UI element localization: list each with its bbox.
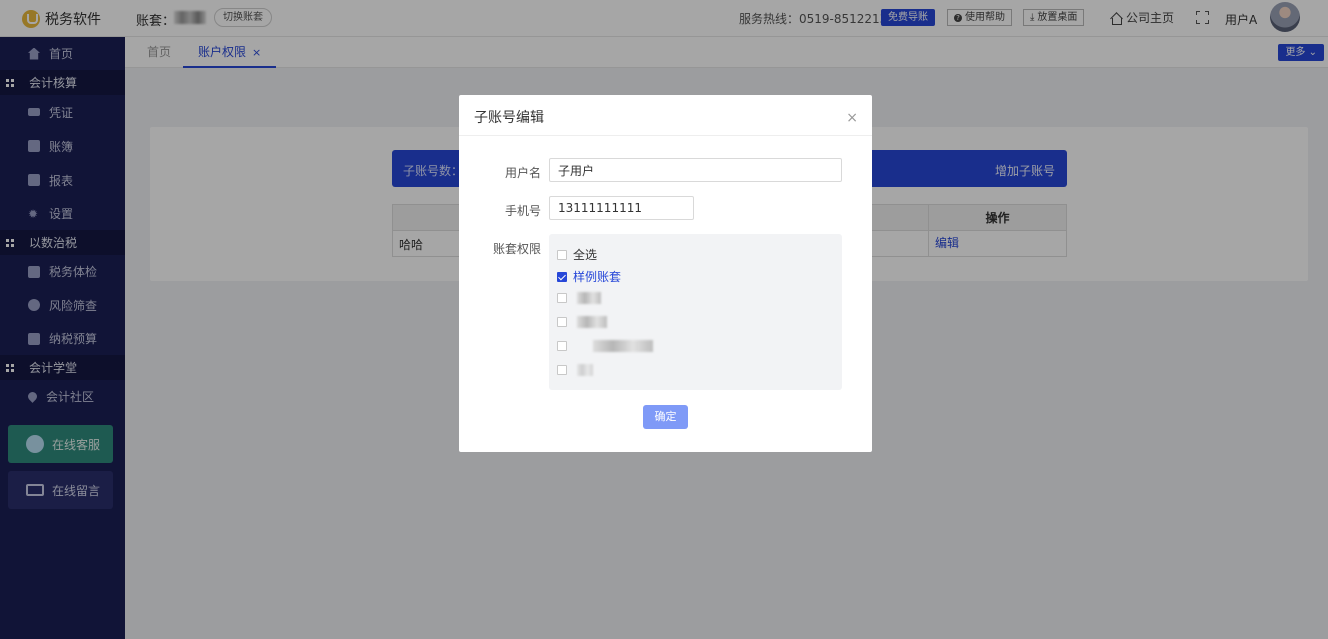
divider [459,135,872,136]
sample-account-checkbox[interactable]: 样例账套 [557,268,621,285]
close-icon[interactable]: × [846,111,858,125]
phone-field[interactable] [549,196,694,220]
permission-list: 全选 样例账套 [549,234,842,390]
username-field[interactable] [549,158,842,182]
account-option-redacted[interactable] [557,340,653,352]
confirm-button[interactable]: 确定 [643,405,688,429]
redacted-text [593,340,653,352]
checkbox[interactable] [557,341,567,351]
redacted-text [577,292,601,304]
phone-label: 手机号 [504,204,541,218]
redacted-text [577,364,593,376]
checkbox[interactable] [557,317,567,327]
checkbox[interactable] [557,293,567,303]
sub-account-edit-dialog: 子账号编辑 × 用户名 手机号 账套权限 全选 样例账套 [459,95,872,452]
account-option-redacted[interactable] [557,364,593,376]
checkbox[interactable] [557,249,567,260]
checkbox[interactable] [557,365,567,375]
redacted-text [577,316,607,328]
select-all-label: 全选 [573,248,598,262]
permission-label: 账套权限 [492,242,541,256]
sample-account-label: 样例账套 [573,270,622,284]
dialog-title: 子账号编辑 [474,110,544,126]
app-root: 税务软件 账套： 切换账套 服务热线：0519-85122137 免费导账 ? … [0,0,1328,639]
select-all-checkbox[interactable]: 全选 [557,246,597,263]
account-option-redacted[interactable] [557,316,607,328]
account-option-redacted[interactable] [557,292,601,304]
checkbox-checked[interactable] [557,271,567,282]
username-label: 用户名 [504,166,541,180]
